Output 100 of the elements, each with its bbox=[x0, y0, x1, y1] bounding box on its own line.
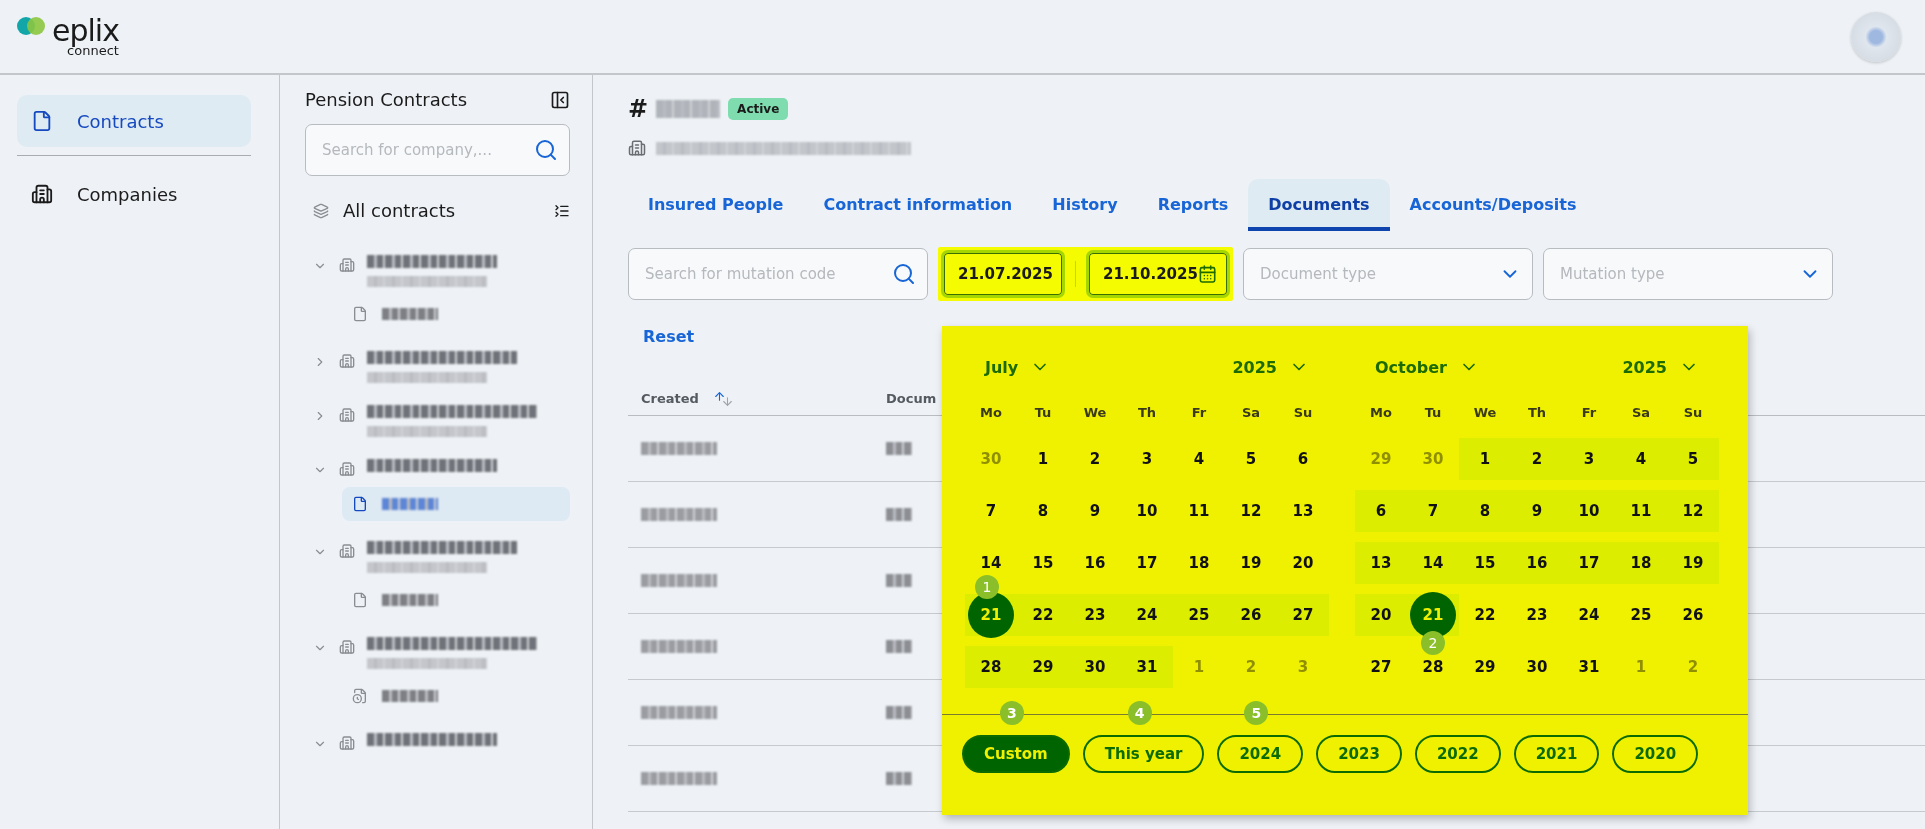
calendar-day[interactable]: 21 bbox=[968, 592, 1014, 638]
calendar-day[interactable]: 7 bbox=[985, 502, 997, 520]
calendar-day[interactable]: 3 bbox=[1141, 450, 1153, 468]
calendar-day[interactable]: 13 bbox=[1292, 502, 1314, 520]
calendar-day[interactable]: 23 bbox=[1526, 606, 1548, 624]
calendar-day[interactable]: 22 bbox=[1032, 606, 1054, 624]
tab[interactable]: History bbox=[1032, 179, 1138, 231]
calendar-day[interactable]: 20 bbox=[1292, 554, 1314, 572]
collapse-all-icon[interactable] bbox=[554, 202, 570, 219]
sort-icon[interactable] bbox=[712, 389, 734, 408]
calendar-day[interactable]: 26 bbox=[1240, 606, 1262, 624]
search-field[interactable]: Search for mutation code bbox=[628, 248, 928, 300]
tab[interactable]: Reports bbox=[1137, 179, 1249, 231]
date-field[interactable]: 21.10.2025 bbox=[1086, 250, 1230, 298]
dropdown[interactable]: Document type bbox=[1243, 248, 1533, 300]
preset-button[interactable]: 2023 bbox=[1316, 735, 1402, 773]
calendar-day[interactable]: 30 bbox=[1526, 658, 1548, 676]
calendar-day[interactable]: 12 bbox=[1682, 502, 1704, 520]
calendar-day[interactable]: 2 bbox=[1531, 450, 1543, 468]
calendar-day[interactable]: 12 bbox=[1240, 502, 1262, 520]
calendar-day[interactable]: 4 bbox=[1193, 450, 1205, 468]
calendar-day[interactable]: 22 bbox=[1474, 606, 1496, 624]
calendar-day[interactable]: 15 bbox=[1032, 554, 1054, 572]
calendar-day[interactable]: 25 bbox=[1630, 606, 1652, 624]
calendar-day[interactable]: 18 bbox=[1188, 554, 1210, 572]
calendar-day[interactable]: 23 bbox=[1084, 606, 1106, 624]
calendar-day[interactable]: 4 bbox=[1635, 450, 1647, 468]
calendar-day[interactable]: 7 bbox=[1427, 502, 1439, 520]
preset-button[interactable]: 2021 bbox=[1513, 735, 1600, 773]
dropdown[interactable]: Mutation type bbox=[1543, 248, 1833, 300]
tab[interactable]: Accounts/Deposits bbox=[1389, 179, 1597, 231]
collapse-panel-icon[interactable] bbox=[550, 89, 570, 110]
calendar-day[interactable]: 14 bbox=[980, 554, 1002, 572]
calendar-day[interactable]: 9 bbox=[1089, 502, 1101, 520]
year-picker[interactable]: 2025 bbox=[1614, 357, 1707, 377]
calendar-day[interactable]: 28 bbox=[1422, 658, 1444, 676]
calendar-day[interactable]: 20 bbox=[1370, 606, 1392, 624]
calendar-day[interactable]: 24 bbox=[1578, 606, 1600, 624]
calendar-day[interactable]: 18 bbox=[1630, 554, 1652, 572]
calendar-day[interactable]: 31 bbox=[1578, 658, 1600, 676]
reset-button[interactable]: Reset bbox=[643, 327, 695, 346]
preset-button[interactable]: 2020 bbox=[1612, 735, 1699, 773]
redacted-text bbox=[886, 442, 912, 455]
calendar-day[interactable]: 31 bbox=[1136, 658, 1158, 676]
calendar-day[interactable]: 6 bbox=[1375, 502, 1387, 520]
search-icon[interactable] bbox=[534, 138, 558, 162]
calendar-day[interactable]: 11 bbox=[1630, 502, 1652, 520]
nav-item[interactable]: Companies bbox=[17, 168, 251, 220]
calendar-day[interactable]: 1 bbox=[1479, 450, 1491, 468]
calendar-day[interactable]: 21 bbox=[1410, 592, 1456, 638]
tree-root[interactable]: All contracts bbox=[343, 200, 554, 221]
search-field[interactable]: Search for company,... bbox=[305, 124, 570, 176]
column-header[interactable]: Created bbox=[628, 389, 873, 408]
date-field[interactable]: 21.07.2025 bbox=[941, 250, 1065, 298]
calendar-day[interactable]: 2 bbox=[1089, 450, 1101, 468]
month-picker[interactable]: July bbox=[977, 357, 1059, 377]
calendar-day[interactable]: 5 bbox=[1245, 450, 1257, 468]
calendar-day[interactable]: 10 bbox=[1136, 502, 1158, 520]
calendar-day[interactable]: 8 bbox=[1037, 502, 1049, 520]
calendar-day[interactable]: 10 bbox=[1578, 502, 1600, 520]
calendar-day[interactable]: 30 bbox=[1084, 658, 1106, 676]
tab[interactable]: Insured People bbox=[628, 179, 804, 231]
calendar-day[interactable]: 29 bbox=[1474, 658, 1496, 676]
calendar-day[interactable]: 9 bbox=[1531, 502, 1543, 520]
calendar-day[interactable]: 27 bbox=[1292, 606, 1314, 624]
calendar-day[interactable]: 19 bbox=[1682, 554, 1704, 572]
month-picker[interactable]: October bbox=[1367, 357, 1487, 377]
calendar-day[interactable]: 1 bbox=[1037, 450, 1049, 468]
calendar-day[interactable]: 29 bbox=[1032, 658, 1054, 676]
calendar-day[interactable]: 3 bbox=[1583, 450, 1595, 468]
preset-button[interactable]: 2022 bbox=[1414, 735, 1501, 773]
redacted-text bbox=[382, 498, 438, 510]
calendar-day[interactable]: 24 bbox=[1136, 606, 1158, 624]
tab[interactable]: Contract information bbox=[803, 179, 1033, 231]
tree-item[interactable] bbox=[342, 487, 570, 521]
calendar-day[interactable]: 27 bbox=[1370, 658, 1392, 676]
search-icon[interactable] bbox=[892, 262, 916, 286]
weekday-label: We bbox=[1082, 404, 1108, 422]
weekday-label: Sa bbox=[1630, 404, 1652, 422]
calendar-day[interactable]: 28 bbox=[980, 658, 1002, 676]
calendar-day[interactable]: 13 bbox=[1370, 554, 1392, 572]
calendar-day[interactable]: 5 bbox=[1687, 450, 1699, 468]
document-icon bbox=[352, 306, 368, 322]
document-clock-icon bbox=[352, 688, 368, 704]
calendar-day[interactable]: 11 bbox=[1188, 502, 1210, 520]
calendar-day[interactable]: 14 bbox=[1422, 554, 1444, 572]
calendar-day[interactable]: 15 bbox=[1474, 554, 1496, 572]
calendar-day[interactable]: 16 bbox=[1084, 554, 1106, 572]
calendar-day[interactable]: 26 bbox=[1682, 606, 1704, 624]
calendar-day[interactable]: 16 bbox=[1526, 554, 1548, 572]
avatar[interactable] bbox=[1851, 11, 1901, 62]
calendar-day[interactable]: 8 bbox=[1479, 502, 1491, 520]
calendar-day[interactable]: 17 bbox=[1136, 554, 1158, 572]
nav-item[interactable]: Contracts bbox=[17, 95, 251, 147]
calendar-day[interactable]: 25 bbox=[1188, 606, 1210, 624]
tab[interactable]: Documents bbox=[1248, 179, 1390, 231]
calendar-day[interactable]: 19 bbox=[1240, 554, 1262, 572]
calendar-day[interactable]: 6 bbox=[1297, 450, 1309, 468]
calendar-day[interactable]: 17 bbox=[1578, 554, 1600, 572]
year-picker[interactable]: 2025 bbox=[1224, 357, 1317, 377]
